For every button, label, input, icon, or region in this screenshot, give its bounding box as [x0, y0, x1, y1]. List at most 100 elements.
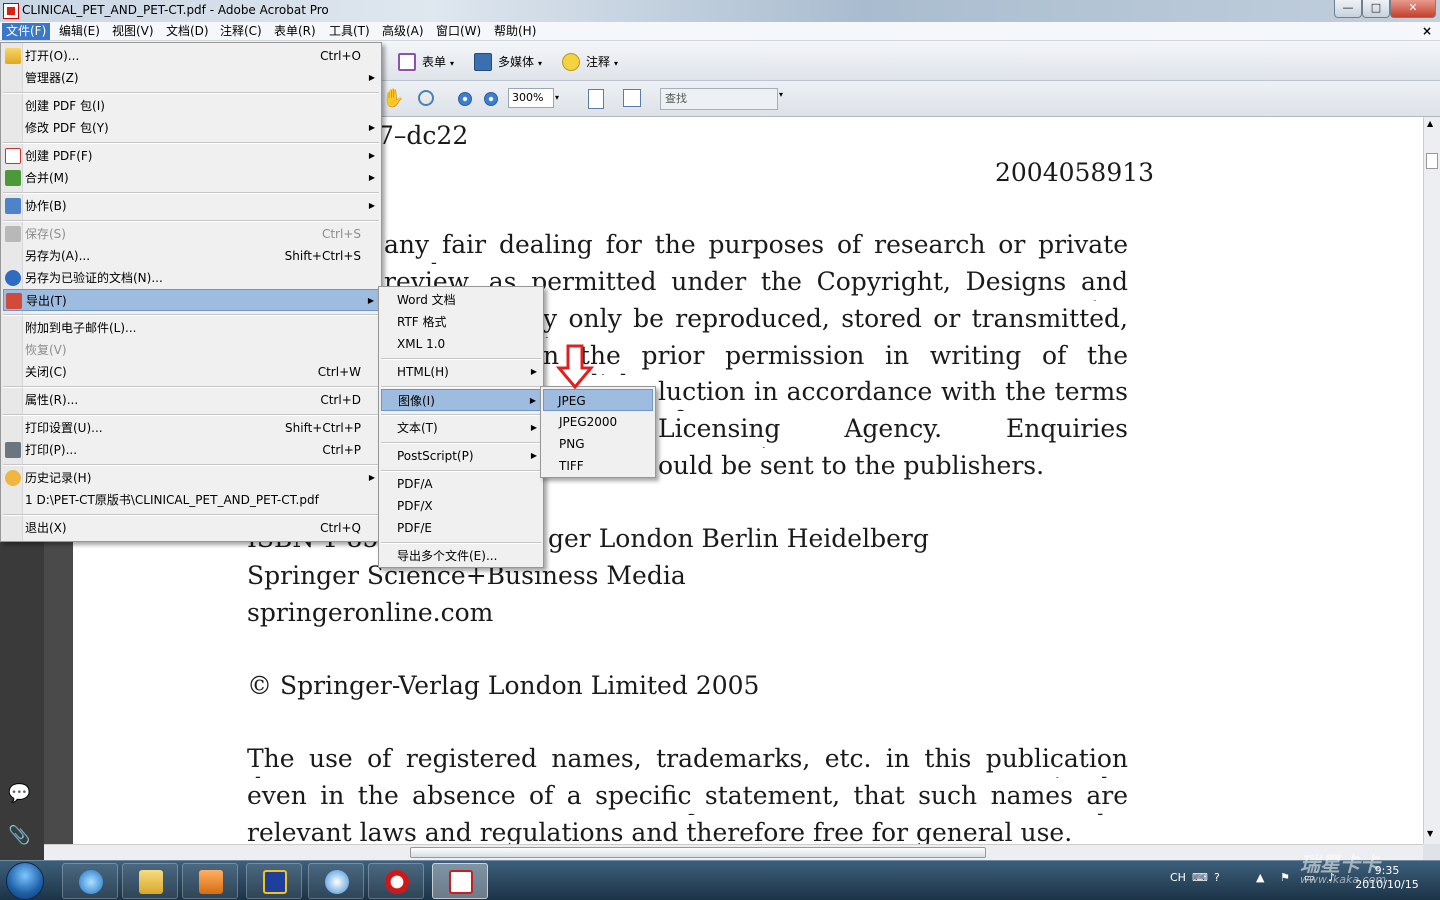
security-icon[interactable] — [246, 863, 302, 899]
menu-item-pdfa[interactable]: PDF/A — [381, 473, 541, 495]
attachments-panel-icon[interactable]: 📎 — [8, 825, 32, 846]
menu-window[interactable]: 窗口(W) — [432, 23, 485, 40]
zoom-tool-icon[interactable] — [418, 90, 434, 106]
hand-tool-icon[interactable]: ✋ — [382, 89, 404, 109]
start-button[interactable] — [6, 862, 44, 900]
menu-item-label: 图像(I) — [398, 394, 435, 408]
fit-page-icon[interactable] — [623, 89, 641, 107]
menu-view[interactable]: 视图(V) — [108, 23, 158, 40]
menu-item-organizer[interactable]: 管理器(Z) ▶ — [3, 67, 379, 89]
scroll-down-icon[interactable]: ▼ — [1427, 829, 1433, 838]
menu-tools[interactable]: 工具(T) — [325, 23, 374, 40]
menu-item-label: 1 D:\PET-CT原版书\CLINICAL_PET_AND_PET-CT.p… — [25, 493, 319, 507]
menu-item-exit[interactable]: 退出(X) Ctrl+Q — [3, 517, 379, 539]
menu-item-jpeg[interactable]: JPEG — [543, 389, 653, 411]
menu-edit[interactable]: 编辑(E) — [55, 23, 104, 40]
scroll-up-icon[interactable]: ▲ — [1427, 119, 1433, 128]
menu-help[interactable]: 帮助(H) — [490, 23, 540, 40]
multimedia-icon — [474, 53, 492, 71]
ie-icon[interactable] — [62, 863, 118, 899]
network-icon[interactable] — [308, 863, 364, 899]
menu-item-label: HTML(H) — [397, 365, 449, 379]
menu-separator — [381, 414, 541, 416]
menu-separator — [3, 386, 379, 388]
menu-item-pdfx[interactable]: PDF/X — [381, 495, 541, 517]
menu-item-create-pdf[interactable]: 创建 PDF(F) ▶ — [3, 145, 379, 167]
zoom-in-icon[interactable] — [484, 92, 498, 106]
watermark-url: www.ikaka.com — [1300, 873, 1387, 886]
forms-button[interactable]: 表单 ▾ — [396, 51, 454, 73]
menu-item-html[interactable]: HTML(H) ▶ — [381, 361, 541, 383]
comment-button[interactable]: 注释 ▾ — [560, 51, 618, 73]
menu-document[interactable]: 文档(D) — [162, 23, 213, 40]
menu-item-tiff[interactable]: TIFF — [543, 455, 653, 477]
find-input[interactable]: 查找 — [660, 88, 778, 110]
flag-icon[interactable]: ⚑ — [1280, 871, 1290, 884]
menu-comments[interactable]: 注释(C) — [216, 23, 266, 40]
language-indicator[interactable]: CH — [1170, 871, 1186, 884]
menu-item-save: 保存(S) Ctrl+S — [3, 223, 379, 245]
menu-item-print[interactable]: 打印(P)... Ctrl+P — [3, 439, 379, 461]
menu-item-collaborate[interactable]: 协作(B) ▶ — [3, 195, 379, 217]
menu-item-print-setup[interactable]: 打印设置(U)... Shift+Ctrl+P — [3, 417, 379, 439]
actual-size-icon[interactable] — [588, 89, 604, 109]
chevron-up-icon[interactable]: ▲ — [1256, 871, 1264, 884]
menu-item-properties[interactable]: 属性(R)... Ctrl+D — [3, 389, 379, 411]
menu-item-create-pdf-package[interactable]: 创建 PDF 包(I) — [3, 95, 379, 117]
menu-item-png[interactable]: PNG — [543, 433, 653, 455]
doc-text-line: even in the absence of a specific statem… — [247, 781, 1128, 815]
vertical-scroll-thumb[interactable] — [1426, 153, 1438, 169]
menu-forms[interactable]: 表单(R) — [270, 23, 320, 40]
zoom-dropdown-icon[interactable]: ▾ — [555, 88, 565, 108]
menu-item-image[interactable]: 图像(I) ▶ — [381, 389, 541, 411]
multimedia-button[interactable]: 多媒体 ▾ — [472, 51, 542, 73]
vertical-scrollbar[interactable]: ▲ ▼ — [1423, 117, 1440, 844]
menu-file[interactable]: 文件(F) — [2, 23, 51, 40]
menu-item-postscript[interactable]: PostScript(P) ▶ — [381, 445, 541, 467]
doc-text-line: ould be sent to the publishers. — [658, 451, 1045, 480]
menu-item-xml[interactable]: XML 1.0 — [381, 333, 541, 355]
document-close-icon[interactable]: × — [1422, 23, 1432, 40]
horizontal-scroll-thumb[interactable] — [410, 847, 986, 858]
menu-item-rtf[interactable]: RTF 格式 — [381, 311, 541, 333]
menu-item-label: 退出(X) — [25, 521, 67, 535]
menu-item-attach-email[interactable]: 附加到电子邮件(L)... — [3, 317, 379, 339]
menu-item-merge[interactable]: 合并(M) ▶ — [3, 167, 379, 189]
keyboard-icon[interactable]: ⌨ — [1192, 871, 1208, 884]
menu-item-history[interactable]: 历史记录(H) ▶ — [3, 467, 379, 489]
maximize-button[interactable]: □ — [1362, 0, 1390, 18]
explorer-icon[interactable] — [122, 863, 178, 899]
menu-item-export[interactable]: 导出(T) ▶ — [3, 289, 379, 311]
opera-icon[interactable] — [368, 863, 424, 899]
zoom-out-icon[interactable] — [458, 92, 472, 106]
menu-item-recent-file[interactable]: 1 D:\PET-CT原版书\CLINICAL_PET_AND_PET-CT.p… — [3, 489, 379, 511]
menu-item-close[interactable]: 关闭(C) Ctrl+W — [3, 361, 379, 383]
acrobat-icon[interactable] — [432, 863, 488, 899]
media-icon[interactable] — [182, 863, 238, 899]
doc-text-line: n the prior permission in writing of the… — [543, 341, 1128, 375]
submenu-arrow-icon: ▶ — [529, 396, 536, 405]
doc-text-line: 7–dc22 — [378, 121, 469, 150]
menu-item-label: PostScript(P) — [397, 449, 474, 463]
menu-item-modify-pdf-package[interactable]: 修改 PDF 包(Y) ▶ — [3, 117, 379, 139]
help-icon[interactable]: ? — [1214, 871, 1220, 884]
menu-item-jpeg2000[interactable]: JPEG2000 — [543, 411, 653, 433]
menu-advanced[interactable]: 高级(A) — [378, 23, 428, 40]
menu-item-open[interactable]: 打开(O)... Ctrl+O — [3, 45, 379, 67]
menu-item-pdfe[interactable]: PDF/E — [381, 517, 541, 539]
menu-item-word[interactable]: Word 文档 — [381, 289, 541, 311]
minimize-button[interactable]: — — [1334, 0, 1362, 18]
close-button[interactable]: ✕ — [1390, 0, 1436, 18]
comments-panel-icon[interactable]: 💬 — [8, 783, 32, 804]
find-dropdown-icon[interactable]: ▾ — [779, 90, 783, 99]
doc-text-line: springeronline.com — [247, 598, 494, 627]
menu-item-save-certified[interactable]: 另存为已验证的文档(N)... — [3, 267, 379, 289]
image-submenu: JPEG JPEG2000 PNG TIFF — [540, 386, 656, 478]
menu-item-save-as[interactable]: 另存为(A)... Shift+Ctrl+S — [3, 245, 379, 267]
menu-item-text[interactable]: 文本(T) ▶ — [381, 417, 541, 439]
zoom-level-input[interactable]: 300% — [508, 88, 554, 108]
menu-item-export-multiple[interactable]: 导出多个文件(E)... — [381, 545, 541, 567]
horizontal-scrollbar[interactable] — [44, 844, 1423, 860]
menu-separator — [381, 358, 541, 360]
menu-shortcut: Shift+Ctrl+P — [285, 421, 361, 435]
